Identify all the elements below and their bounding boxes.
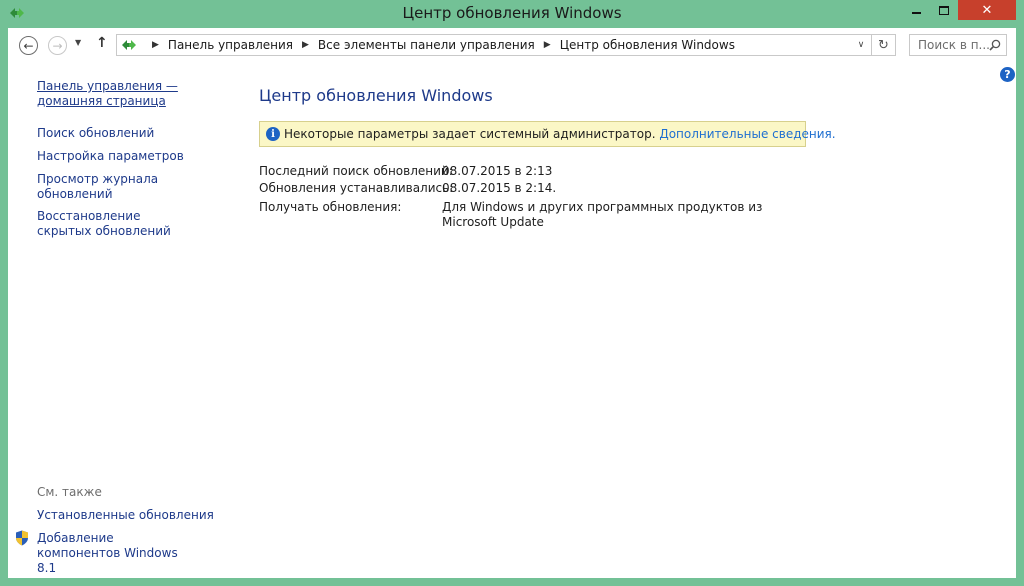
property-value: Для Windows и других программных продукт… xyxy=(442,200,763,229)
recent-locations-button[interactable]: ▼ xyxy=(75,38,81,47)
property-label: Обновления устанавливались: xyxy=(259,181,454,195)
forward-button[interactable]: → xyxy=(48,36,67,55)
info-icon: i xyxy=(266,127,280,141)
more-info-link[interactable]: Дополнительные сведения. xyxy=(659,127,835,141)
minimize-icon xyxy=(911,12,921,14)
property-label: Последний поиск обновлений: xyxy=(259,164,453,178)
check-for-updates-link[interactable]: Поиск обновлений xyxy=(37,126,222,141)
property-label: Получать обновления: xyxy=(259,200,402,214)
back-button[interactable]: ← xyxy=(19,36,38,55)
maximize-icon xyxy=(939,5,949,15)
back-arrow-icon: ← xyxy=(23,38,34,53)
add-features-link[interactable]: Добавление компонентов Windows 8.1 xyxy=(37,531,197,576)
uac-shield-icon xyxy=(16,530,28,546)
breadcrumb-separator-icon[interactable]: ▶ xyxy=(544,40,551,50)
up-button[interactable]: ↑ xyxy=(96,35,108,51)
breadcrumb-separator-icon[interactable]: ▶ xyxy=(302,40,309,50)
property-value: 08.07.2015 в 2:13 xyxy=(442,164,553,178)
info-message-text: Некоторые параметры задает системный адм… xyxy=(284,127,660,141)
change-settings-link[interactable]: Настройка параметров xyxy=(37,149,222,164)
installed-updates-link[interactable]: Установленные обновления xyxy=(37,508,222,523)
breadcrumb-separator-icon[interactable]: ▶ xyxy=(152,40,159,50)
search-placeholder: Поиск в п... xyxy=(918,38,990,52)
window-title: Центр обновления Windows xyxy=(402,4,622,22)
restore-hidden-updates-link[interactable]: Восстановление скрытых обновлений xyxy=(37,209,197,239)
see-also-heading: См. также xyxy=(37,485,102,499)
refresh-icon: ↻ xyxy=(878,37,889,53)
breadcrumb: ▶ Панель управления ▶ Все элементы панел… xyxy=(143,35,735,55)
view-update-history-link[interactable]: Просмотр журнала обновлений xyxy=(37,172,167,202)
property-value: 08.07.2015 в 2:14. xyxy=(442,181,557,195)
control-panel-home-link[interactable]: Панель управления — домашняя страница xyxy=(37,79,217,109)
forward-arrow-icon: → xyxy=(52,38,63,53)
search-input[interactable]: Поиск в п... xyxy=(909,34,1007,56)
minimize-button[interactable] xyxy=(902,0,930,20)
maximize-button[interactable] xyxy=(930,0,958,20)
chevron-down-icon: ∨ xyxy=(857,40,865,50)
breadcrumb-windows-update[interactable]: Центр обновления Windows xyxy=(560,38,735,52)
control-panel-icon xyxy=(122,40,136,50)
left-pane: Панель управления — домашняя страница По… xyxy=(8,62,228,578)
address-dropdown-button[interactable]: ∨ xyxy=(851,35,871,55)
info-bar: i Некоторые параметры задает системный а… xyxy=(259,121,836,147)
refresh-button[interactable]: ↻ xyxy=(872,34,896,56)
page-title: Центр обновления Windows xyxy=(259,86,493,105)
close-icon: ✕ xyxy=(981,2,993,18)
close-button[interactable]: ✕ xyxy=(958,0,1016,20)
breadcrumb-all-items[interactable]: Все элементы панели управления xyxy=(318,38,535,52)
address-bar[interactable]: ▶ Панель управления ▶ Все элементы панел… xyxy=(116,34,872,56)
title-bar[interactable]: Центр обновления Windows ✕ xyxy=(0,0,1024,28)
up-arrow-icon: ↑ xyxy=(96,35,108,51)
window: Центр обновления Windows ✕ ← → ▼ ↑ ▶ Пан… xyxy=(0,0,1024,586)
help-icon[interactable]: ? xyxy=(1000,67,1015,82)
chevron-down-icon: ▼ xyxy=(75,38,82,47)
info-message: Некоторые параметры задает системный адм… xyxy=(284,127,836,141)
search-icon xyxy=(989,39,1001,51)
navigation-bar: ← → ▼ ↑ ▶ Панель управления ▶ Все элемен… xyxy=(8,28,1016,62)
client-area: ← → ▼ ↑ ▶ Панель управления ▶ Все элемен… xyxy=(8,28,1016,578)
breadcrumb-control-panel[interactable]: Панель управления xyxy=(168,38,293,52)
